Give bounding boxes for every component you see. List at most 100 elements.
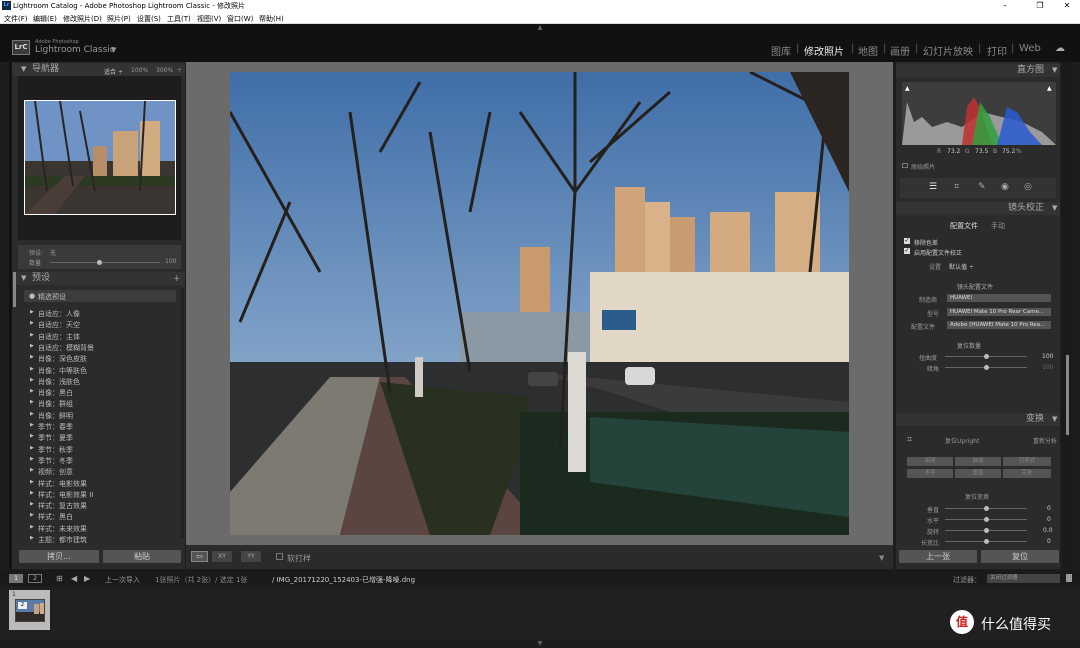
menu-file[interactable]: 文件(F) (4, 14, 28, 24)
module-develop[interactable]: 修改照片 (804, 43, 844, 58)
preset-item[interactable]: 肖像：深色皮肤 (38, 354, 87, 364)
shadow-clipping-icon[interactable]: ▲ (905, 85, 912, 92)
menu-develop[interactable]: 修改照片(D) (63, 14, 102, 24)
histogram-header[interactable]: 直方图 (896, 64, 1060, 77)
minimize-button[interactable]: – (990, 0, 1020, 12)
rotate-knob[interactable] (984, 528, 989, 533)
right-scrollbar-thumb[interactable] (1066, 355, 1069, 435)
expand-triangle-icon[interactable]: ▶ (30, 490, 34, 496)
upright-full-button[interactable]: 完全 (1003, 469, 1051, 478)
preset-item[interactable]: 样式：电影效果 (38, 479, 87, 489)
presets-header[interactable]: 预设 (12, 272, 185, 285)
menu-tools[interactable]: 工具(T) (167, 14, 191, 24)
transform-header[interactable]: 变换 (896, 413, 1060, 426)
expand-triangle-icon[interactable]: ▶ (30, 354, 34, 360)
previous-button[interactable]: 上一张 (899, 550, 977, 563)
collapse-triangle-icon[interactable]: ▼ (21, 65, 26, 73)
forward-arrow-icon[interactable]: ▶ (84, 574, 90, 583)
left-panel-edge[interactable] (9, 62, 12, 569)
soft-proof-checkbox[interactable] (276, 553, 283, 560)
masking-icon[interactable]: ◎ (1024, 182, 1032, 192)
expand-triangle-icon[interactable]: ▶ (30, 524, 34, 530)
preset-item[interactable]: 季节：冬季 (38, 456, 73, 466)
upright-level-button[interactable]: 水平 (907, 469, 953, 478)
setup-dropdown[interactable]: 默认值 ÷ (949, 262, 974, 271)
before-after-yy-button[interactable]: YY (241, 551, 261, 562)
expand-triangle-icon[interactable]: ▶ (30, 366, 34, 372)
module-print[interactable]: 打印 (987, 43, 1007, 58)
cloud-icon[interactable]: ☁ (1055, 43, 1065, 54)
expand-triangle-icon[interactable]: ▶ (30, 320, 34, 326)
menu-photo[interactable]: 照片(P) (107, 14, 131, 24)
preset-item[interactable]: 自适应：人像 (38, 309, 80, 319)
make-field[interactable]: HUAWEI (947, 294, 1051, 302)
expand-triangle-icon[interactable]: ▶ (30, 433, 34, 439)
upright-guided-button[interactable]: 引导式 (1003, 457, 1051, 466)
horizontal-knob[interactable] (984, 517, 989, 522)
screen-2-button[interactable]: 2 (28, 574, 42, 583)
preset-item[interactable]: 肖像：黑白 (38, 388, 73, 398)
reanalyze-button[interactable]: 重新分析 (1033, 436, 1057, 445)
tab-manual[interactable]: 手动 (991, 221, 1005, 231)
maximize-button[interactable]: ❐ (1025, 0, 1055, 12)
expand-triangle-icon[interactable]: ▶ (30, 399, 34, 405)
expand-triangle-icon[interactable]: ▶ (30, 411, 34, 417)
expand-triangle-icon[interactable]: ▶ (30, 422, 34, 428)
preset-item[interactable]: 肖像：浅肤色 (38, 377, 80, 387)
guided-upright-icon[interactable]: ⌗ (907, 435, 912, 445)
stack-badge[interactable]: 2 (18, 602, 27, 609)
preset-item[interactable]: 肖像：群组 (38, 399, 73, 409)
preset-scrollbar[interactable] (181, 288, 184, 538)
back-arrow-icon[interactable]: ◀ (71, 574, 77, 583)
module-web[interactable]: Web (1019, 43, 1041, 54)
preset-item[interactable]: 肖像：鲜明 (38, 411, 73, 421)
collapse-triangle-icon[interactable]: ▼ (1052, 204, 1057, 212)
expand-triangle-icon[interactable]: ▶ (30, 467, 34, 473)
preset-item[interactable]: 自适应：模糊背景 (38, 343, 94, 353)
expand-triangle-icon[interactable]: ▶ (30, 445, 34, 451)
left-scroll-indicator[interactable] (13, 272, 16, 307)
preset-item[interactable]: 视频：创意 (38, 467, 73, 477)
close-button[interactable]: ✕ (1052, 0, 1080, 12)
grid-icon[interactable]: ⊞ (56, 574, 63, 583)
screen-1-button[interactable]: 1 (9, 574, 23, 583)
red-eye-icon[interactable]: ◉ (1001, 182, 1009, 192)
preset-item[interactable]: 样式：电影效果 II (38, 490, 93, 500)
amount-slider[interactable] (50, 262, 160, 263)
enable-profile-checkbox[interactable]: ✓ (904, 248, 910, 254)
zoom-custom[interactable]: ÷ (177, 67, 182, 74)
chevron-up-icon[interactable]: ▲ (535, 24, 545, 31)
module-map[interactable]: 地图 (858, 43, 878, 58)
aspect-knob[interactable] (984, 539, 989, 544)
preset-item[interactable]: 样式：未来效果 (38, 524, 87, 534)
lens-header[interactable]: 镜头校正 (896, 202, 1060, 215)
edit-sliders-icon[interactable]: ☰ (929, 182, 937, 192)
expand-triangle-icon[interactable]: ▶ (30, 343, 34, 349)
menu-settings[interactable]: 设置(S) (137, 14, 161, 24)
preset-item[interactable]: 样式：复古效果 (38, 501, 87, 511)
preset-item[interactable]: 肖像：中等肤色 (38, 366, 87, 376)
preset-item[interactable]: 自适应：天空 (38, 320, 80, 330)
expand-triangle-icon[interactable]: ▶ (30, 479, 34, 485)
upright-auto-button[interactable]: 自动 (955, 457, 1001, 466)
original-photo-checkbox[interactable] (902, 163, 908, 168)
menu-window[interactable]: 窗口(W) (227, 14, 253, 24)
loupe-view-button[interactable]: ▭ (191, 551, 208, 562)
navigator-thumbnail[interactable] (24, 100, 176, 215)
expand-triangle-icon[interactable]: ▶ (30, 388, 34, 394)
main-photo[interactable] (230, 72, 849, 535)
reset-button[interactable]: 复位 (981, 550, 1059, 563)
module-slideshow[interactable]: 幻灯片放映 (923, 43, 973, 58)
preset-item[interactable]: 季节：春季 (38, 422, 73, 432)
upright-vertical-button[interactable]: 垂直 (955, 469, 1001, 478)
crop-icon[interactable]: ⌗ (954, 182, 959, 192)
highlight-clipping-icon[interactable]: ▲ (1047, 85, 1054, 92)
right-panel-edge[interactable] (1062, 62, 1072, 569)
preset-item[interactable]: 样式：黑白 (38, 512, 73, 522)
model-field[interactable]: HUAWEI Mate 10 Pro Rear Came... (947, 308, 1051, 316)
upright-off-button[interactable]: 关闭 (907, 457, 953, 466)
healing-icon[interactable]: ✎ (978, 182, 986, 192)
chevron-down-icon[interactable]: ▼ (535, 640, 545, 647)
expand-triangle-icon[interactable]: ▶ (30, 456, 34, 462)
distortion-knob[interactable] (984, 354, 989, 359)
